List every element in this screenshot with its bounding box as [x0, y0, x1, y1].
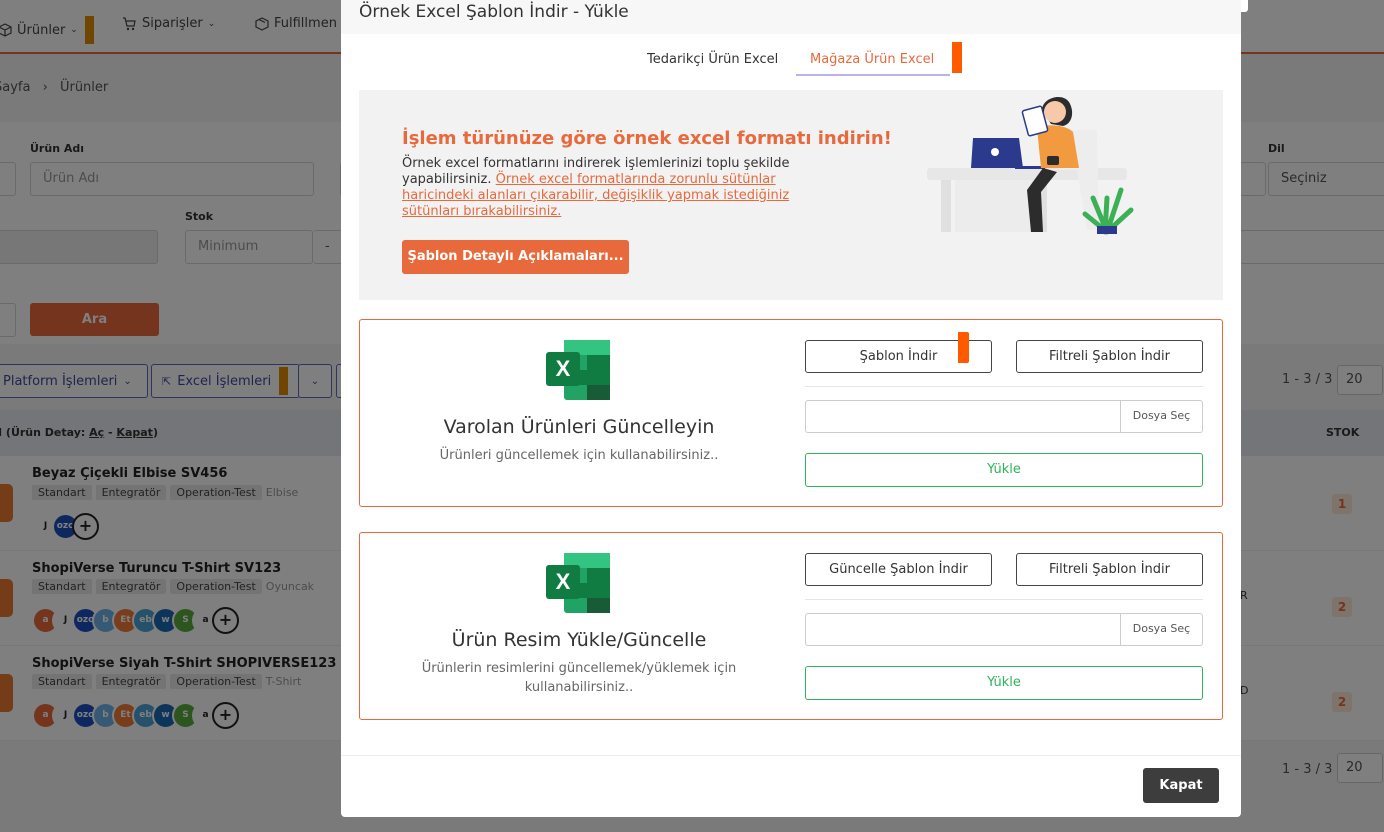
- modal-header: Örnek Excel Şablon İndir - Yükle: [341, 0, 1241, 34]
- excel-template-modal: Örnek Excel Şablon İndir - Yükle Tedarik…: [341, 0, 1241, 817]
- download-filtered-template-button[interactable]: Filtreli Şablon İndir: [1016, 553, 1203, 586]
- card-subtitle: Ürünleri güncellemek için kullanabilirsi…: [439, 448, 719, 463]
- choose-file-button[interactable]: Dosya Seç: [1120, 614, 1202, 645]
- close-modal-button[interactable]: Kapat: [1143, 768, 1219, 803]
- divider: [805, 386, 1203, 387]
- product-image-upload-card: X Ürün Resim Yükle/Güncelle Ürünlerin re…: [359, 532, 1223, 720]
- modal-title: Örnek Excel Şablon İndir - Yükle: [359, 2, 629, 22]
- excel-icon: X: [546, 553, 610, 613]
- excel-icon: X: [546, 340, 610, 400]
- choose-file-button[interactable]: Dosya Seç: [1120, 401, 1202, 432]
- divider: [805, 599, 1203, 600]
- svg-text:X: X: [556, 356, 571, 381]
- illustration-woman-at-desk-icon: [927, 96, 1134, 235]
- tab-supplier-product-excel[interactable]: Tedarikçi Ürün Excel: [633, 42, 792, 76]
- info-banner: İşlem türünüze göre örnek excel formatı …: [359, 90, 1223, 300]
- svg-text:X: X: [556, 569, 571, 594]
- card-subtitle: Ürünlerin resimlerini güncellemek/yüklem…: [421, 661, 737, 695]
- upload-button[interactable]: Yükle: [805, 453, 1203, 487]
- download-filtered-template-button[interactable]: Filtreli Şablon İndir: [1016, 340, 1203, 373]
- highlight-marker: [952, 42, 962, 73]
- template-details-button[interactable]: Şablon Detaylı Açıklamaları...: [402, 240, 629, 274]
- tab-store-product-excel[interactable]: Mağaza Ürün Excel: [796, 42, 950, 76]
- download-update-template-button[interactable]: Güncelle Şablon İndir: [805, 553, 992, 586]
- card-title: Varolan Ürünleri Güncelleyin: [443, 416, 715, 438]
- info-heading: İşlem türünüze göre örnek excel formatı …: [402, 128, 892, 149]
- file-input[interactable]: Dosya Seç: [805, 400, 1203, 433]
- card-title: Ürün Resim Yükle/Güncelle: [451, 629, 707, 651]
- modal-tabs: Tedarikçi Ürün Excel Mağaza Ürün Excel: [341, 42, 1241, 78]
- highlight-marker: [958, 332, 969, 363]
- info-text: Örnek excel formatlarını indirerek işlem…: [402, 156, 832, 220]
- file-input[interactable]: Dosya Seç: [805, 613, 1203, 646]
- modal-footer: [341, 755, 1241, 817]
- upload-button[interactable]: Yükle: [805, 666, 1203, 700]
- update-products-card: X Varolan Ürünleri Güncelleyin Ürünleri …: [359, 319, 1223, 507]
